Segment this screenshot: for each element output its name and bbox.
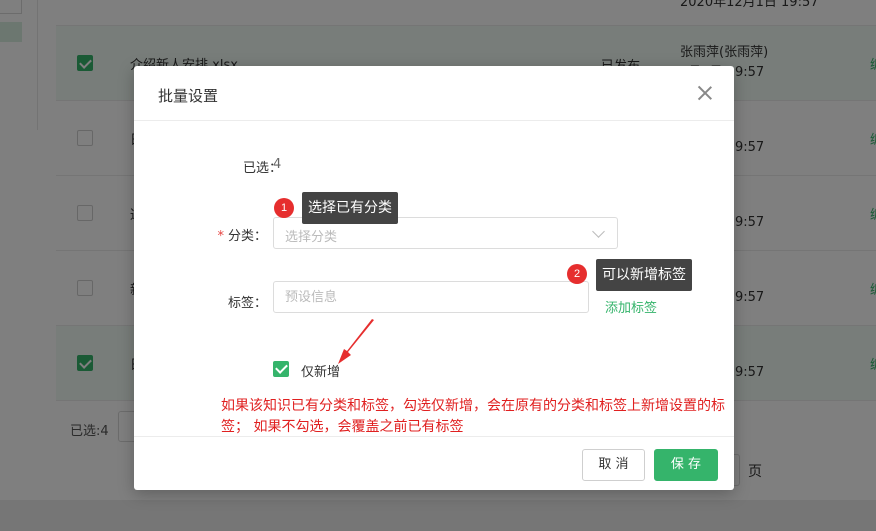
instruction-note: 如果该知识已有分类和标签，勾选仅新增，会在原有的分类和标签上新增设置的标签； 如…	[221, 398, 725, 435]
dialog-footer: 取 消 保 存	[134, 436, 734, 490]
chevron-down-icon	[592, 225, 605, 238]
cancel-button[interactable]: 取 消	[582, 449, 645, 481]
dialog-header: 批量设置	[134, 66, 734, 121]
selected-count: 4	[273, 157, 282, 172]
category-placeholder: 选择分类	[285, 230, 338, 245]
tag-input[interactable]	[273, 281, 589, 313]
annotation-badge-1: 1	[274, 198, 294, 218]
selected-label: 已选：	[242, 161, 282, 176]
annotation-badge-2: 2	[567, 264, 587, 284]
annotation-arrow-icon	[338, 319, 374, 364]
annotation-tip-2: 可以新增标签	[596, 259, 692, 291]
annotation-tip-1: 选择已有分类	[302, 192, 398, 224]
tag-label: 标签：	[227, 296, 267, 311]
category-label: * 分类：	[217, 229, 267, 244]
only-new-checkbox[interactable]	[273, 361, 289, 377]
save-button[interactable]: 保 存	[654, 449, 718, 481]
close-icon[interactable]	[696, 84, 714, 102]
add-tag-link[interactable]: 添加标签	[605, 297, 657, 316]
dialog-title: 批量设置	[158, 87, 219, 105]
